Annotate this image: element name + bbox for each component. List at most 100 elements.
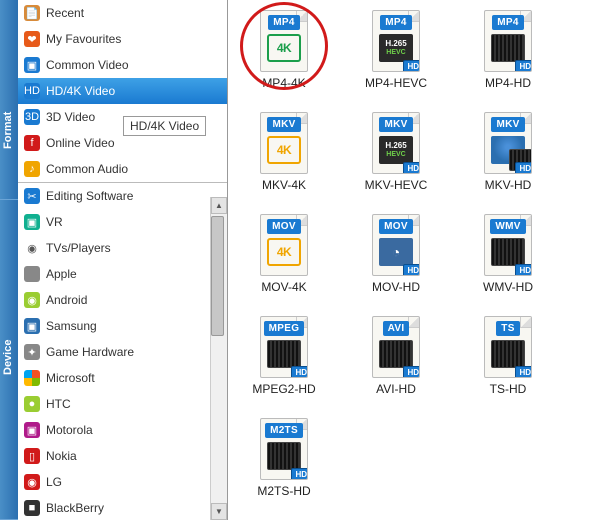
format-wmv-hd-thumb: WMVHD	[480, 214, 536, 276]
sidebar-nokia-label: Nokia	[46, 449, 77, 463]
sidebar-motorola[interactable]: ▣Motorola	[18, 417, 227, 443]
sidebar-blackberry-icon: ■	[24, 500, 40, 516]
format-grid: MP44KMP4-4KMP4H.265HEVCHDMP4-HEVCMP4HDMP…	[228, 0, 612, 520]
format-mp4-hd-thumb: MP4HD	[480, 10, 536, 72]
sidebar-common-video[interactable]: ▣Common Video	[18, 52, 227, 78]
format-wmv-hd[interactable]: WMVHD WMV-HD	[452, 210, 564, 312]
sidebar-game-hardware[interactable]: ✦Game Hardware	[18, 339, 227, 365]
sidebar-apple-icon	[24, 266, 40, 282]
sidebar-htc-icon: ●	[24, 396, 40, 412]
tooltip-hd4k: HD/4K Video	[123, 116, 206, 136]
format-mkv-4k-badge: MKV	[267, 117, 300, 132]
sidebar-nokia[interactable]: ▯ Nokia	[18, 443, 227, 469]
sidebar-favourites[interactable]: ❤ My Favourites	[18, 26, 227, 52]
hd-badge-icon: HD	[291, 468, 308, 480]
sidebar-recent[interactable]: 📄 Recent	[18, 0, 227, 26]
sidebar-3d-video-label: 3D Video	[46, 110, 95, 124]
sidebar-samsung[interactable]: ▣ Samsung	[18, 313, 227, 339]
format-avi-hd-thumb: AVIHD	[368, 316, 424, 378]
format-m2ts-hd[interactable]: M2TSHDM2TS-HD	[228, 414, 340, 516]
sidebar-samsung-icon: ▣	[24, 318, 40, 334]
film-icon	[379, 340, 413, 368]
format-mov-hd-badge: MOV	[379, 219, 413, 234]
film-icon	[491, 34, 525, 62]
format-mkv-4k[interactable]: MKV4KMKV-4K	[228, 108, 340, 210]
sidebar-vr[interactable]: ▣VR	[18, 209, 227, 235]
format-mkv-hd-thumb: MKVHD	[480, 112, 536, 174]
sidebar: Format Device 📄Recent❤My Favourites▣Comm…	[0, 0, 228, 520]
format-mov-4k[interactable]: MOV4KMOV-4K	[228, 210, 340, 312]
sidebar-lg-label: LG	[46, 475, 62, 489]
format-ts-hd[interactable]: TSHDTS-HD	[452, 312, 564, 414]
format-mp4-hevc-label: MP4-HEVC	[365, 76, 427, 90]
format-ts-hd-label: TS-HD	[490, 382, 527, 396]
format-mpeg2-hd[interactable]: MPEGHDMPEG2-HD	[228, 312, 340, 414]
format-mkv-hevc-thumb: MKVH.265HEVCHD	[368, 112, 424, 174]
sidebar-nokia-icon: ▯	[24, 448, 40, 464]
format-mov-hd[interactable]: MOV◔HDMOV-HD	[340, 210, 452, 312]
hd-badge-icon: HD	[403, 162, 420, 174]
format-avi-hd-label: AVI-HD	[376, 382, 416, 396]
hd-badge-icon: HD	[515, 264, 532, 276]
sidebar-recent-label: Recent	[46, 6, 84, 20]
format-mp4-hd[interactable]: MP4HD MP4-HD	[452, 6, 564, 108]
sidebar-favourites-icon: ❤	[24, 31, 40, 47]
tab-format[interactable]: Format	[0, 0, 18, 200]
sidebar-lg[interactable]: ◉LG	[18, 469, 227, 495]
sidebar-editing-software-icon: ✂	[24, 188, 40, 204]
device-scrollbar[interactable]: ▲ ▼	[210, 197, 227, 520]
format-avi-hd-badge: AVI	[383, 321, 410, 336]
sidebar-apple[interactable]: Apple	[18, 261, 227, 287]
format-mkv-4k-thumb: MKV4K	[256, 112, 312, 174]
tab-device[interactable]: Device	[0, 200, 18, 520]
sidebar-htc[interactable]: ● HTC	[18, 391, 227, 417]
format-mp4-4k-label: MP4-4K	[262, 76, 305, 90]
sidebar-hd4k-video[interactable]: HD HD/4K Video	[18, 78, 227, 104]
sidebar-tvs-label: TVs/Players	[46, 241, 111, 255]
format-mp4-hd-label: MP4-HD	[485, 76, 531, 90]
sidebar-microsoft[interactable]: Microsoft	[18, 365, 227, 391]
sidebar-samsung-label: Samsung	[46, 319, 97, 333]
format-avi-hd[interactable]: AVIHD AVI-HD	[340, 312, 452, 414]
4k-icon: 4K	[267, 34, 301, 62]
sidebar-editing-software[interactable]: ✂ Editing Software	[18, 183, 227, 209]
format-mov-4k-badge: MOV	[267, 219, 301, 234]
sidebar-common-audio-label: Common Audio	[46, 162, 128, 176]
sidebar-htc-label: HTC	[46, 397, 71, 411]
format-mkv-hevc-label: MKV-HEVC	[365, 178, 428, 192]
format-mkv-hevc-badge: MKV	[379, 117, 412, 132]
sidebar-recent-icon: 📄	[24, 5, 40, 21]
format-mkv-hevc[interactable]: MKVH.265HEVCHD MKV-HEVC	[340, 108, 452, 210]
scroll-down-button[interactable]: ▼	[211, 503, 227, 520]
film-icon	[267, 340, 301, 368]
format-mp4-4k-badge: MP4	[268, 15, 299, 30]
format-mov-4k-thumb: MOV 4K	[256, 214, 312, 276]
scroll-up-button[interactable]: ▲	[211, 197, 227, 214]
format-mp4-4k[interactable]: MP4 4K MP4-4K	[228, 6, 340, 108]
format-mkv-hd[interactable]: MKVHDMKV-HD	[452, 108, 564, 210]
4k-icon: 4K	[267, 238, 301, 266]
sidebar-android[interactable]: ◉ Android	[18, 287, 227, 313]
sidebar-hd4k-video-label: HD/4K Video	[46, 84, 115, 98]
sidebar-microsoft-label: Microsoft	[46, 371, 95, 385]
scroll-thumb[interactable]	[211, 216, 224, 336]
sidebar-microsoft-icon	[24, 370, 40, 386]
sidebar-common-audio[interactable]: ♪ Common Audio	[18, 156, 227, 182]
sidebar-editing-software-label: Editing Software	[46, 189, 133, 203]
format-wmv-hd-label: WMV-HD	[483, 280, 533, 294]
sidebar-common-audio-icon: ♪	[24, 161, 40, 177]
sidebar-motorola-label: Motorola	[46, 423, 93, 437]
sidebar-blackberry[interactable]: ■ BlackBerry	[18, 495, 227, 520]
sidebar-list: 📄 Recent ❤ My Favourites ▣Common Video HD HD/4…	[18, 0, 227, 520]
sidebar-android-label: Android	[46, 293, 87, 307]
sidebar-blackberry-label: BlackBerry	[46, 501, 104, 515]
sidebar-vr-label: VR	[46, 215, 63, 229]
sidebar-apple-label: Apple	[46, 267, 77, 281]
sidebar-android-icon: ◉	[24, 292, 40, 308]
sidebar-favourites-label: My Favourites	[46, 32, 121, 46]
sidebar-hd4k-video-icon: HD	[24, 83, 40, 99]
format-mp4-hevc[interactable]: MP4H.265HEVCHDMP4-HEVC	[340, 6, 452, 108]
sidebar-tvs[interactable]: ◉TVs/Players	[18, 235, 227, 261]
format-mpeg2-hd-badge: MPEG	[264, 321, 305, 336]
sidebar-game-hardware-label: Game Hardware	[46, 345, 134, 359]
